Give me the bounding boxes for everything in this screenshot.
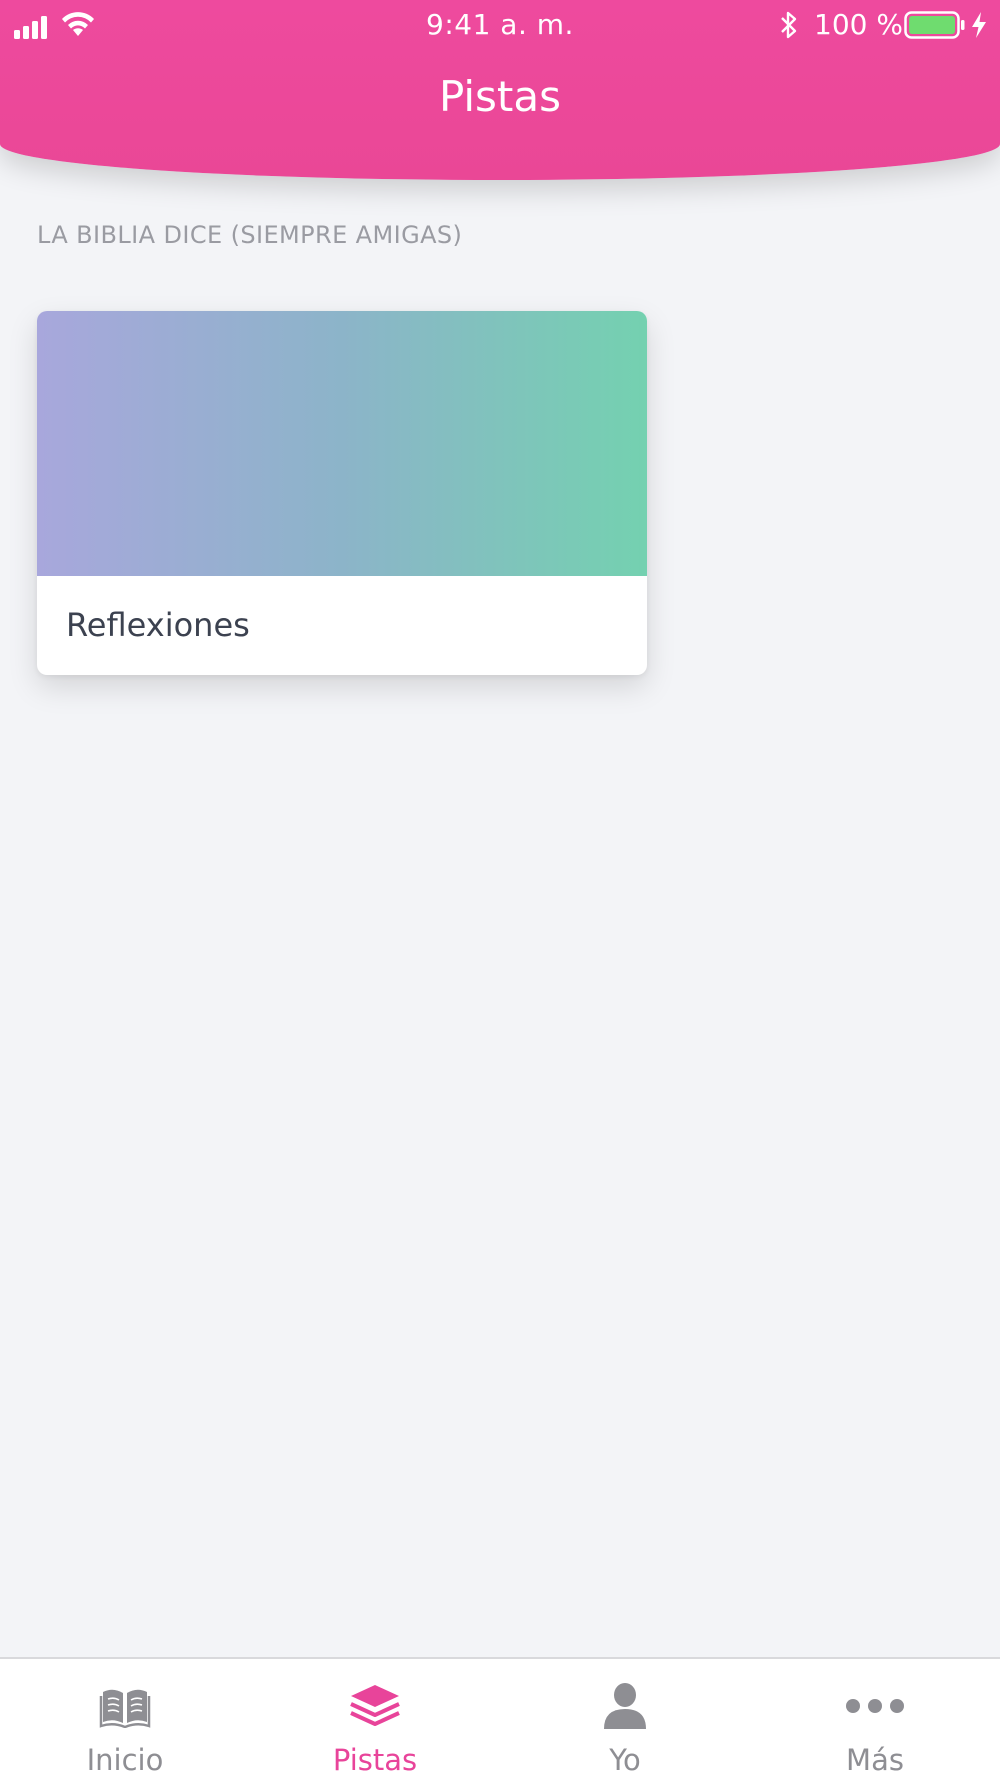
battery-icon <box>904 11 966 46</box>
tab-bar: Inicio Pistas Yo Más <box>0 1657 1000 1778</box>
page-title: Pistas <box>438 72 562 121</box>
card-title: Reflexiones <box>66 606 250 644</box>
tab-inicio[interactable]: Inicio <box>0 1659 250 1778</box>
charging-bolt-icon <box>970 11 988 46</box>
tab-pistas[interactable]: Pistas <box>250 1659 500 1778</box>
tab-mas[interactable]: Más <box>750 1659 1000 1778</box>
more-dots-icon <box>750 1681 1000 1731</box>
battery-percent: 100 % <box>814 8 903 41</box>
person-icon <box>500 1681 750 1731</box>
tab-label: Inicio <box>86 1743 164 1777</box>
header: 9:41 a. m. 100 % Pistas <box>0 0 1000 180</box>
book-icon <box>0 1681 250 1731</box>
app-screen: 9:41 a. m. 100 % Pistas LA BIBLIA DICE (… <box>0 0 1000 1778</box>
section-label: LA BIBLIA DICE (SIEMPRE AMIGAS) <box>37 221 463 249</box>
tab-yo[interactable]: Yo <box>500 1659 750 1778</box>
bluetooth-icon <box>778 10 800 47</box>
track-card[interactable]: Reflexiones <box>37 311 647 675</box>
status-bar: 9:41 a. m. 100 % <box>0 0 1000 50</box>
card-image <box>37 311 647 576</box>
tab-label: Pistas <box>332 1743 418 1777</box>
tab-label: Más <box>846 1743 904 1777</box>
tab-label: Yo <box>609 1743 641 1777</box>
layers-icon <box>250 1681 500 1731</box>
